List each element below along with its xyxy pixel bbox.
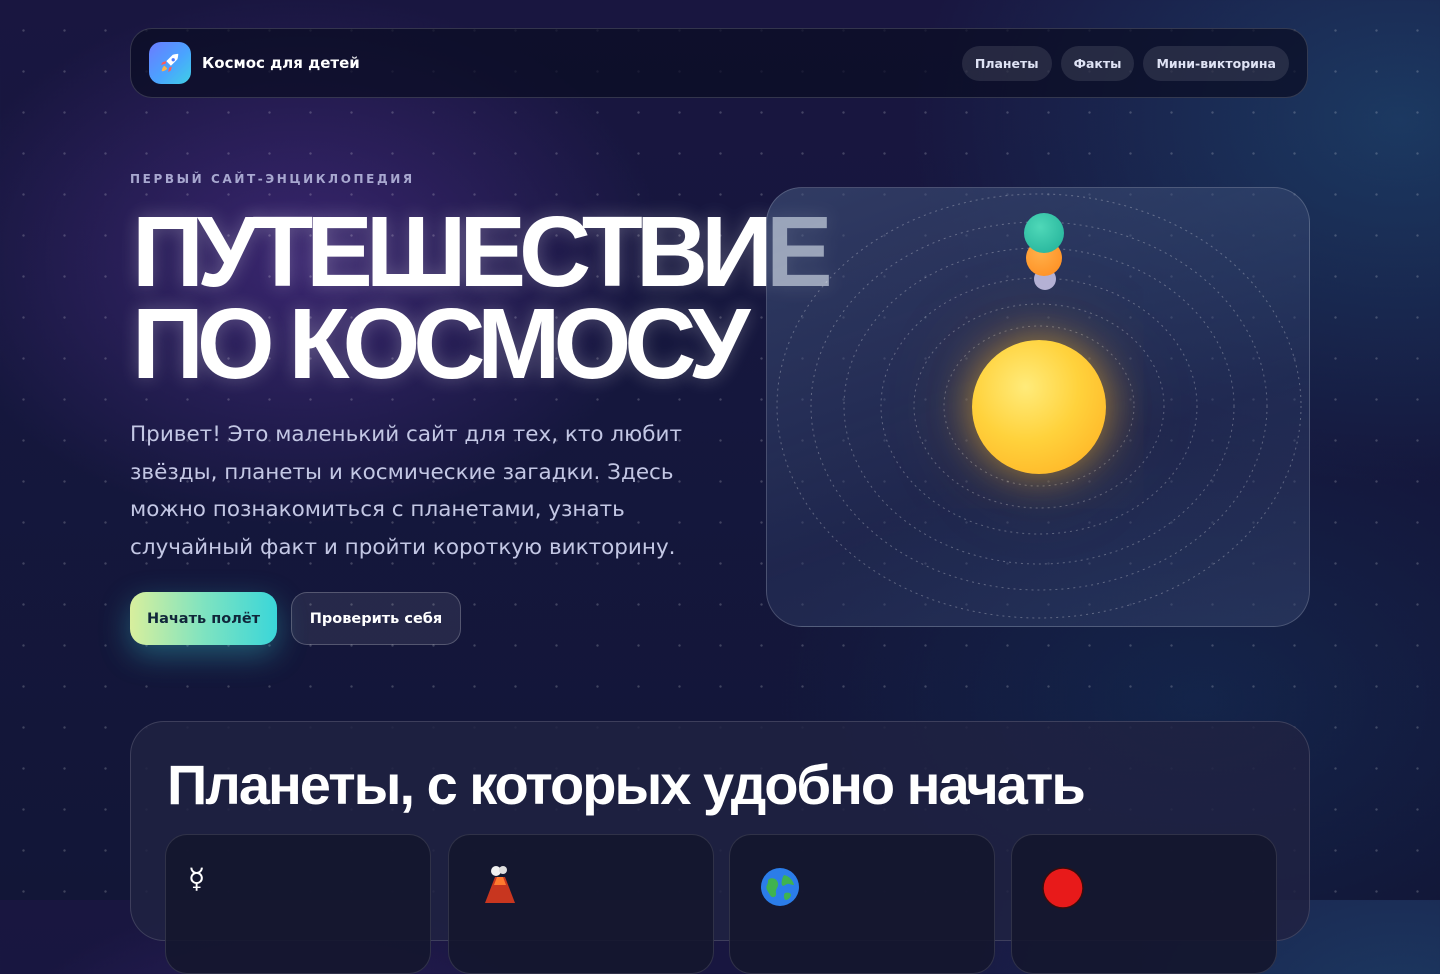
planets-section: Планеты, с которых удобно начать ☿ <box>130 721 1310 974</box>
hero-description: Привет! Это маленький сайт для тех, кто … <box>130 422 682 560</box>
sun <box>972 340 1106 474</box>
top-navigation: Космос для детей Планеты Факты Мини-викт… <box>130 28 1308 98</box>
planet-card-mars[interactable] <box>1011 834 1277 974</box>
planets-section-title: Планеты, с которых удобно начать <box>167 753 1086 816</box>
red-circle-icon <box>1042 867 1084 913</box>
start-flight-button[interactable]: Начать полёт <box>130 592 277 645</box>
hero-eyebrow: ПЕРВЫЙ САЙТ-ЭНЦИКЛОПЕДИЯ <box>130 172 415 186</box>
planet-card-earth[interactable] <box>729 834 995 974</box>
hero-title-line-2: ПО КОСМОСУ <box>132 288 750 400</box>
nav-links: Планеты Факты Мини-викторина <box>961 45 1289 81</box>
volcano-icon <box>483 863 517 907</box>
planet-card-mercury[interactable]: ☿ <box>165 834 431 974</box>
nav-link-quiz[interactable]: Мини-викторина <box>1143 45 1289 81</box>
brand[interactable]: Космос для детей <box>149 42 360 84</box>
planet-teal <box>1024 213 1064 253</box>
mercury-symbol-icon: ☿ <box>188 862 206 895</box>
planet-card-venus[interactable] <box>448 834 714 974</box>
earth-globe-icon <box>760 867 800 911</box>
hero-title-line-1: ПУТЕШЕСТВИЕ <box>132 196 833 308</box>
nav-link-facts[interactable]: Факты <box>1060 45 1135 81</box>
nav-link-planets[interactable]: Планеты <box>961 45 1052 81</box>
solar-system-illustration <box>766 187 1310 627</box>
hero-title: ПУТЕШЕСТВИЕ ПО КОСМОСУ <box>132 196 833 400</box>
brand-name: Космос для детей <box>202 54 360 72</box>
check-yourself-button[interactable]: Проверить себя <box>291 592 461 645</box>
rocket-icon <box>149 42 191 84</box>
